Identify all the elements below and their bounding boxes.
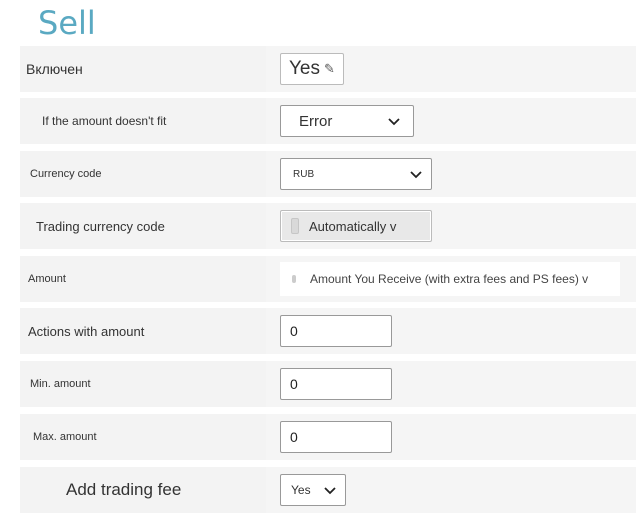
label-add-trading-fee: Add trading fee — [20, 467, 266, 513]
page-title: Sell — [38, 4, 96, 42]
chevron-down-icon — [388, 118, 400, 126]
trading-currency-code-button[interactable]: Automatically v — [280, 210, 432, 242]
label-amount: Amount — [20, 256, 266, 302]
add-trading-fee-value: Yes — [291, 483, 311, 497]
amount-not-fit-value: Error — [299, 112, 333, 130]
row-trading-currency-code: Trading currency code Automatically v — [20, 203, 636, 249]
value-cell-amount: Amount You Receive (with extra fees and … — [266, 256, 636, 302]
label-trading-currency-code: Trading currency code — [20, 203, 266, 249]
add-trading-fee-select[interactable]: Yes — [280, 474, 346, 506]
currency-code-value: RUB — [293, 168, 315, 180]
value-cell-enabled: Yes ✎ — [266, 46, 636, 92]
value-cell-add-trading-fee: Yes — [266, 467, 636, 513]
value-cell-min-amount — [266, 361, 636, 407]
min-amount-input[interactable] — [280, 368, 392, 400]
label-amount-not-fit: If the amount doesn't fit — [20, 98, 266, 144]
amount-select[interactable]: Amount You Receive (with extra fees and … — [280, 262, 620, 296]
row-currency-code: Currency code RUB — [20, 151, 636, 197]
chevron-down-icon — [410, 171, 422, 179]
row-enabled: Включен Yes ✎ — [20, 46, 636, 92]
trading-currency-code-value: Automatically v — [309, 218, 397, 234]
max-amount-input[interactable] — [280, 421, 392, 453]
row-amount-not-fit: If the amount doesn't fit Error — [20, 98, 636, 144]
value-cell-actions-with-amount — [266, 308, 636, 354]
enabled-value: Yes — [289, 58, 320, 79]
chevron-down-icon — [324, 487, 336, 495]
row-add-trading-fee: Add trading fee Yes — [20, 467, 636, 513]
value-cell-trading-currency-code: Automatically v — [266, 203, 636, 249]
value-cell-max-amount — [266, 414, 636, 460]
label-currency-code: Currency code — [20, 151, 266, 197]
enabled-toggle-button[interactable]: Yes ✎ — [280, 53, 344, 85]
label-min-amount: Min. amount — [20, 361, 266, 407]
label-enabled: Включен — [20, 46, 266, 92]
currency-code-select[interactable]: RUB — [280, 158, 432, 190]
handle-icon — [291, 218, 299, 234]
label-max-amount: Max. amount — [20, 414, 266, 460]
row-min-amount: Min. amount — [20, 361, 636, 407]
label-actions-with-amount: Actions with amount — [20, 308, 266, 354]
value-cell-currency-code: RUB — [266, 151, 636, 197]
actions-with-amount-input[interactable] — [280, 315, 392, 347]
amount-not-fit-select[interactable]: Error — [280, 105, 414, 137]
value-cell-amount-not-fit: Error — [266, 98, 636, 144]
amount-value: Amount You Receive (with extra fees and … — [310, 272, 589, 286]
row-actions-with-amount: Actions with amount — [20, 308, 636, 354]
pencil-icon: ✎ — [324, 61, 335, 76]
handle-icon — [292, 275, 296, 283]
row-max-amount: Max. amount — [20, 414, 636, 460]
row-amount: Amount Amount You Receive (with extra fe… — [20, 256, 636, 302]
